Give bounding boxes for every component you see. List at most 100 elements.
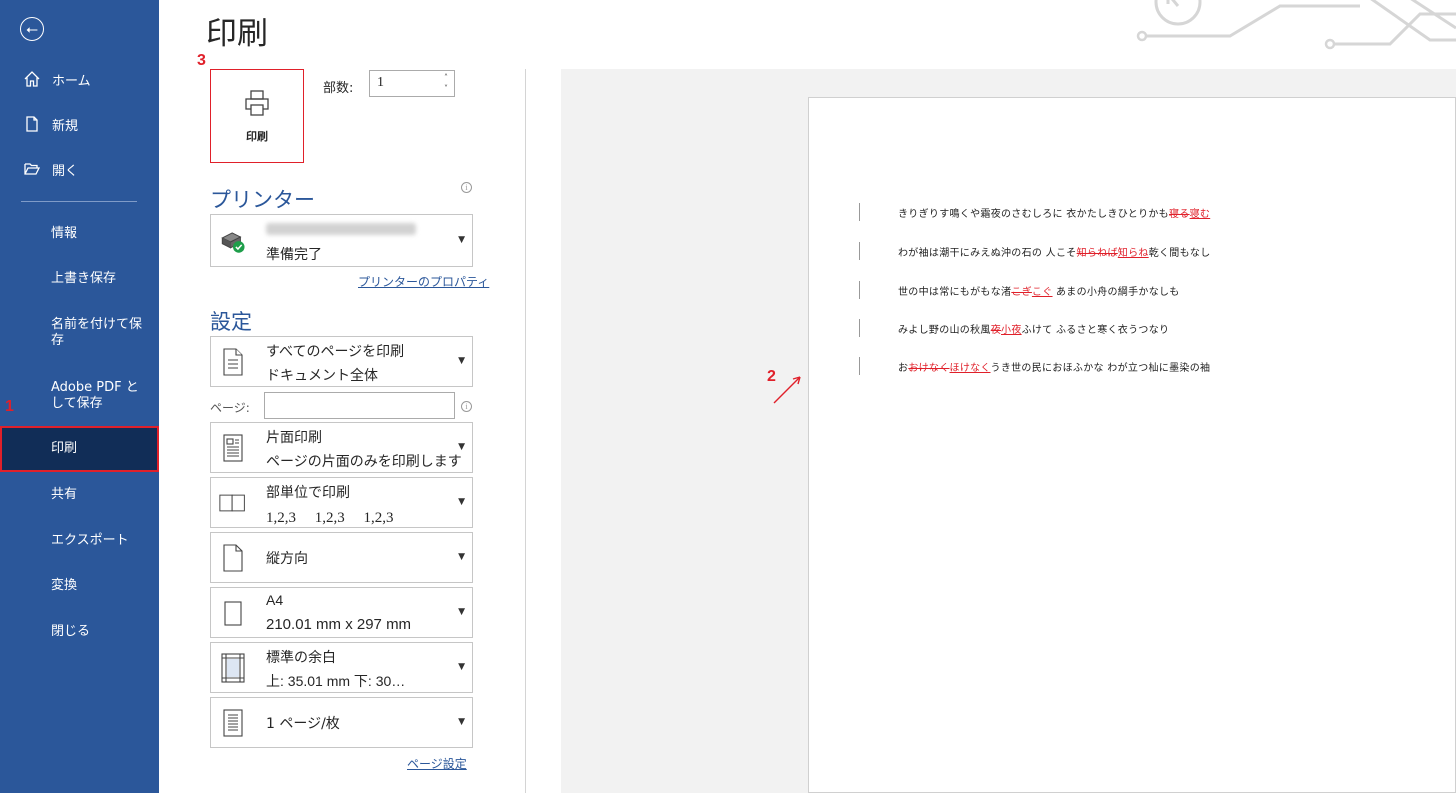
sidebar-item-print[interactable]: 印刷 [0, 426, 159, 472]
printer-status: 準備完了 [266, 246, 322, 262]
info-icon[interactable]: i [461, 401, 472, 412]
print-range-line1: すべてのページを印刷 [266, 344, 405, 360]
sidebar-item-label: Adobe PDF として保存 [51, 380, 139, 411]
callout-arrow-icon [773, 376, 801, 404]
sides-line2: ページの片面のみを印刷します [266, 453, 462, 469]
sidebar-divider [21, 201, 137, 202]
sidebar-item-label: ホーム [52, 73, 91, 89]
sidebar-item-label: 新規 [52, 118, 79, 134]
change-bar [859, 203, 860, 221]
chevron-down-icon: ▼ [458, 552, 465, 562]
sidebar-item-label: 名前を付けて保存 [51, 317, 143, 348]
sidebar-item-label: エクスポート [51, 533, 129, 548]
print-button[interactable]: 印刷 [210, 69, 304, 163]
page-setup-link[interactable]: ページ設定 [407, 755, 467, 772]
margins-icon [219, 651, 247, 685]
margins-line2: 上: 35.01 mm 下: 30… [266, 673, 406, 689]
copies-spinner[interactable]: 1 ˄ ˅ [369, 70, 455, 97]
sidebar-item-label: 共有 [51, 487, 78, 502]
pages-input[interactable] [264, 392, 455, 419]
home-icon [22, 69, 42, 89]
paper-size-line2: 210.01 mm x 297 mm [266, 616, 412, 633]
printer-icon [242, 88, 272, 122]
sidebar-item-new[interactable]: 新規 [0, 113, 159, 135]
preview-line: きりぎりす鳴くや霜夜のさむしろに 衣かたしきひとりかも寝る寝む [898, 209, 1211, 220]
backstage-sidebar: ⭠ ホーム 新規 開く 情報 上書き保存 名前を付けて保存 Adobe PDF … [0, 0, 159, 793]
chevron-down-icon: ▼ [458, 717, 465, 727]
paper-size-icon [219, 596, 247, 630]
circuit-decoration-graphic [1136, 0, 1456, 50]
change-bar [859, 319, 860, 337]
sidebar-item-transform[interactable]: 変換 [0, 577, 159, 595]
chevron-down-icon: ▼ [458, 235, 465, 245]
new-document-icon [22, 114, 42, 134]
sidebar-item-label: 変換 [51, 578, 78, 593]
copies-label: 部数: [323, 81, 354, 96]
printer-dropdown[interactable]: 準備完了 ▼ [210, 214, 473, 267]
back-arrow-icon[interactable]: ⭠ [20, 17, 44, 41]
change-bar [859, 357, 860, 375]
paper-size-line1: A4 [266, 592, 284, 608]
paper-size-dropdown[interactable]: A4 210.01 mm x 297 mm ▼ [210, 587, 473, 638]
collation-dropdown[interactable]: 部単位で印刷 1,2,3 1,2,3 1,2,3 ▼ [210, 477, 473, 528]
callout-marker-1: 1 [5, 398, 14, 415]
settings-heading: 設定 [210, 310, 252, 334]
pages-per-sheet-dropdown[interactable]: 1 ページ/枚 ▼ [210, 697, 473, 748]
portrait-icon [219, 541, 247, 575]
sidebar-item-home[interactable]: ホーム [0, 68, 159, 90]
print-range-line2: ドキュメント全体 [266, 367, 378, 383]
preview-page [808, 97, 1456, 793]
chevron-down-icon: ▼ [458, 442, 465, 452]
sides-line1: 片面印刷 [266, 430, 322, 446]
chevron-down-icon: ▼ [458, 356, 465, 366]
preview-line: 世の中は常にもがもな渚こぎこぐ あまの小舟の綱手かなしも [898, 287, 1180, 298]
collated-icon [219, 486, 247, 520]
orientation-dropdown[interactable]: 縦方向 ▼ [210, 532, 473, 583]
sidebar-item-save-as[interactable]: 名前を付けて保存 [0, 316, 159, 350]
pages-icon [219, 345, 247, 379]
printer-name-redacted [266, 223, 416, 235]
orientation-value: 縦方向 [266, 551, 308, 567]
copies-value: 1 [377, 75, 384, 90]
sidebar-item-label: 開く [52, 163, 79, 179]
preview-line: みよし野の山の秋風夜小夜ふけて ふるさと寒く衣うつなり [898, 325, 1170, 336]
spinner-arrows-icon[interactable]: ˄ ˅ [444, 72, 448, 94]
change-bar [859, 281, 860, 299]
one-sided-icon [219, 431, 247, 465]
pages-label: ページ: [210, 401, 250, 415]
print-button-label: 印刷 [246, 130, 268, 143]
printer-properties-link[interactable]: プリンターのプロパティ [358, 273, 489, 290]
sidebar-item-label: 印刷 [51, 441, 78, 456]
sidebar-item-open[interactable]: 開く [0, 158, 159, 180]
margins-line1: 標準の余白 [266, 650, 336, 666]
chevron-down-icon: ▼ [458, 607, 465, 617]
sidebar-item-label: 上書き保存 [51, 271, 117, 286]
sidebar-item-label: 情報 [51, 226, 78, 241]
preview-line: わが袖は潮干にみえぬ沖の石の 人こそ知らねば知らね乾く間もなし [898, 248, 1211, 259]
sidebar-item-info[interactable]: 情報 [0, 225, 159, 243]
change-bar [859, 242, 860, 260]
printer-heading: プリンター [210, 188, 315, 212]
panel-divider [525, 69, 526, 793]
sidebar-item-save-as-adobe-pdf[interactable]: Adobe PDF として保存 [0, 379, 159, 413]
chevron-down-icon: ▼ [458, 497, 465, 507]
open-folder-icon [22, 159, 42, 179]
pages-per-sheet-icon [219, 706, 247, 740]
sidebar-item-label: 閉じる [51, 624, 91, 639]
chevron-down-icon: ▼ [458, 662, 465, 672]
info-icon[interactable]: i [461, 182, 472, 193]
pages-per-sheet-value: 1 ページ/枚 [266, 716, 340, 732]
collation-line2: 1,2,3 1,2,3 1,2,3 [266, 510, 394, 526]
print-range-dropdown[interactable]: すべてのページを印刷 ドキュメント全体 ▼ [210, 336, 473, 387]
margins-dropdown[interactable]: 標準の余白 上: 35.01 mm 下: 30… ▼ [210, 642, 473, 693]
collation-line1: 部単位で印刷 [266, 485, 350, 501]
sidebar-item-export[interactable]: エクスポート [0, 532, 159, 550]
preview-line: おおけなくほけなくうき世の民におほふかな わが立つ杣に墨染の袖 [898, 363, 1211, 374]
printer-ready-icon [219, 225, 247, 259]
sidebar-item-save[interactable]: 上書き保存 [0, 270, 159, 288]
sides-dropdown[interactable]: 片面印刷 ページの片面のみを印刷します ▼ [210, 422, 473, 473]
sidebar-item-close[interactable]: 閉じる [0, 623, 159, 641]
sidebar-item-share[interactable]: 共有 [0, 486, 159, 504]
page-title: 印刷 [206, 16, 268, 52]
callout-marker-3: 3 [197, 52, 206, 69]
